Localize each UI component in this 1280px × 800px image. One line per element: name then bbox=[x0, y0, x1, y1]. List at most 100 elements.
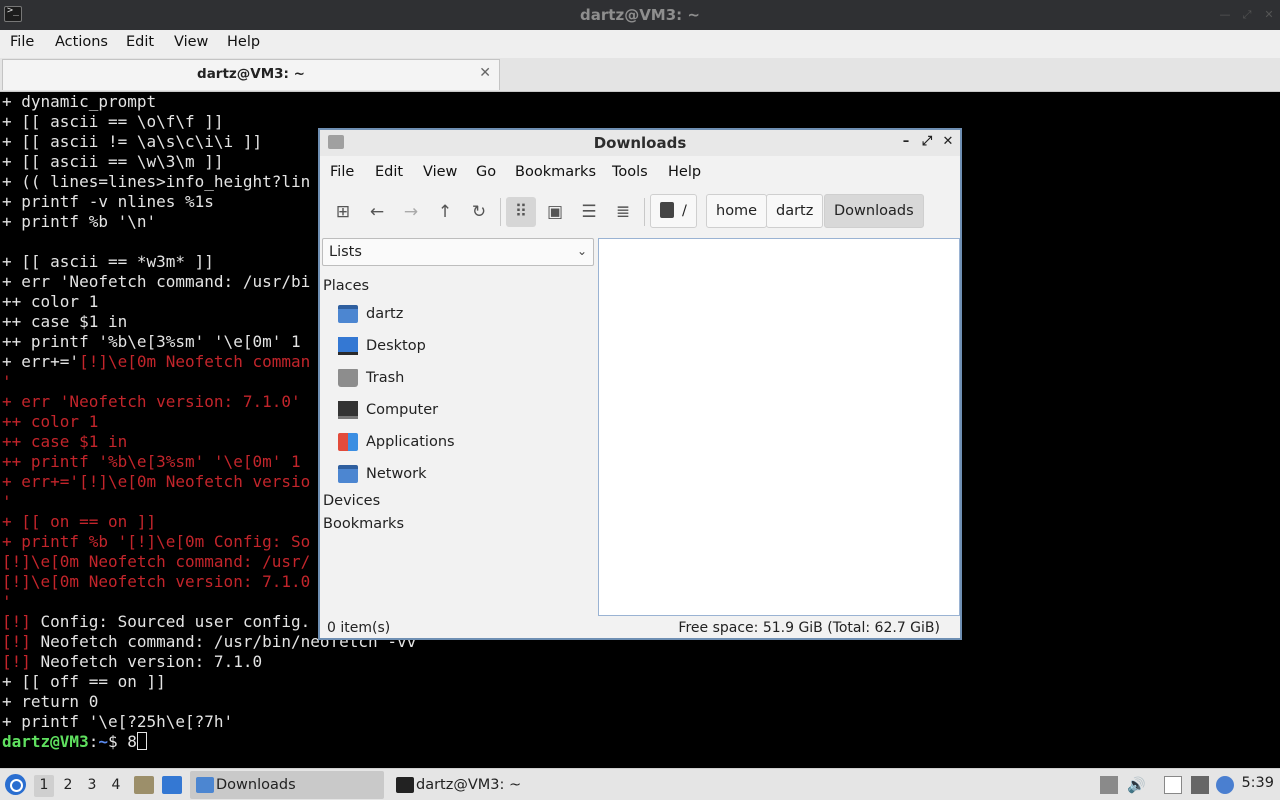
detailed-list-icon[interactable]: ≣ bbox=[608, 197, 638, 227]
terminal-tab[interactable]: dartz@VM3: ~ ✕ bbox=[2, 59, 500, 90]
menu-actions[interactable]: Actions bbox=[55, 34, 108, 50]
clock[interactable]: 5:39 bbox=[1241, 775, 1274, 791]
menu-file[interactable]: File bbox=[10, 34, 34, 50]
devices-heading[interactable]: Devices bbox=[323, 493, 380, 509]
chevron-down-icon: ⌄ bbox=[576, 244, 587, 258]
show-desktop-icon[interactable] bbox=[162, 776, 182, 794]
terminal-line: + [[ ascii == *w3m* ]] bbox=[2, 252, 214, 271]
folder-content-view[interactable] bbox=[598, 238, 960, 616]
terminal-menubar: File Actions Edit View Help bbox=[0, 30, 1280, 58]
menu-help[interactable]: Help bbox=[227, 34, 260, 50]
menu-view[interactable]: View bbox=[174, 34, 208, 50]
place-computer[interactable]: Computer bbox=[336, 397, 586, 425]
up-arrow-icon[interactable]: ↑ bbox=[430, 197, 460, 227]
terminal-tab-label: dartz@VM3: ~ bbox=[197, 66, 305, 82]
start-menu-icon[interactable] bbox=[5, 774, 26, 795]
terminal-line: + printf '\e[?25h\e[?7h' bbox=[2, 712, 234, 731]
fm-menu-help[interactable]: Help bbox=[668, 164, 701, 180]
fm-menu-go[interactable]: Go bbox=[476, 164, 496, 180]
task-terminal[interactable]: dartz@VM3: ~ bbox=[390, 771, 584, 799]
taskbar: 1 2 3 4 Downloads dartz@VM3: ~ 🔊 5:39 bbox=[0, 768, 1280, 800]
breadcrumb-home[interactable]: home bbox=[706, 194, 768, 228]
back-arrow-icon[interactable]: ← bbox=[362, 197, 392, 227]
place-label: Network bbox=[366, 466, 427, 482]
terminal-titlebar[interactable]: dartz@VM3: ~ — ⤢ ✕ bbox=[0, 0, 1280, 30]
close-icon[interactable]: ✕ bbox=[1262, 8, 1276, 22]
volume-icon[interactable]: 🔊 bbox=[1127, 776, 1146, 794]
breadcrumb-dartz[interactable]: dartz bbox=[766, 194, 824, 228]
workspace-3[interactable]: 3 bbox=[82, 775, 102, 797]
terminal-warn-text: Config: Sourced user config. bbox=[30, 612, 311, 631]
breadcrumb-downloads[interactable]: Downloads bbox=[824, 194, 924, 228]
forward-arrow-icon[interactable]: → bbox=[396, 197, 426, 227]
terminal-line: + (( lines=lines>info_height?lin bbox=[2, 172, 311, 191]
maximize-icon[interactable]: ⤢ bbox=[919, 134, 935, 150]
side-pane-mode-select[interactable]: Lists ⌄ bbox=[322, 238, 594, 266]
maximize-icon[interactable]: ⤢ bbox=[1240, 8, 1254, 22]
fm-menu-edit[interactable]: Edit bbox=[375, 164, 403, 180]
terminal-line-red: ' bbox=[2, 372, 12, 391]
terminal-prompt[interactable]: dartz@VM3:~$ 8 bbox=[2, 732, 147, 752]
prompt-input[interactable]: $ 8 bbox=[108, 732, 137, 751]
fm-menu-bookmarks[interactable]: Bookmarks bbox=[515, 164, 596, 180]
compact-view-icon[interactable]: ☰ bbox=[574, 197, 604, 227]
terminal-line: [!] Neofetch version: 7.1.0 bbox=[2, 652, 262, 672]
fm-menu-tools[interactable]: Tools bbox=[612, 164, 648, 180]
workspace-2[interactable]: 2 bbox=[58, 775, 78, 797]
terminal-line: + [[ ascii == \o\f\f ]] bbox=[2, 112, 224, 131]
terminal-line: + err+='[!]\e[0m Neofetch comman bbox=[2, 352, 310, 372]
file-manager-titlebar[interactable]: Downloads – ⤢ ✕ bbox=[320, 130, 960, 156]
network-monitor-icon[interactable] bbox=[1191, 776, 1209, 794]
place-label: Trash bbox=[366, 370, 405, 386]
folder-icon bbox=[196, 777, 214, 793]
terminal-line: + dynamic_prompt bbox=[2, 92, 157, 111]
terminal-line: + [[ ascii == \w\3\m ]] bbox=[2, 152, 224, 171]
workspace-4[interactable]: 4 bbox=[106, 775, 126, 797]
disk-icon bbox=[660, 202, 674, 218]
breadcrumb-root[interactable]: / bbox=[650, 194, 697, 228]
tab-close-icon[interactable]: ✕ bbox=[479, 65, 491, 81]
text-cursor bbox=[136, 732, 147, 750]
new-tab-icon[interactable]: ⊞ bbox=[328, 197, 358, 227]
fm-menu-file[interactable]: File bbox=[330, 164, 354, 180]
notification-icon[interactable] bbox=[1216, 776, 1234, 794]
places-heading[interactable]: Places bbox=[323, 278, 369, 294]
terminal-warn-tag: [!] bbox=[2, 632, 31, 651]
place-network[interactable]: Network bbox=[336, 461, 586, 489]
reload-icon[interactable]: ↻ bbox=[464, 197, 494, 227]
minimize-icon[interactable]: — bbox=[1218, 8, 1232, 22]
trash-icon bbox=[338, 369, 358, 387]
file-manager-title: Downloads bbox=[593, 134, 687, 152]
terminal-line-red: [!]\e[0m Neofetch comman bbox=[79, 352, 311, 371]
clipboard-icon[interactable] bbox=[1164, 776, 1182, 794]
fm-menu-view[interactable]: View bbox=[423, 164, 457, 180]
close-icon[interactable]: ✕ bbox=[940, 134, 956, 150]
place-dartz[interactable]: dartz bbox=[336, 301, 586, 329]
breadcrumb-label: / bbox=[682, 203, 687, 219]
prompt-sep: : bbox=[88, 732, 99, 751]
task-downloads[interactable]: Downloads bbox=[190, 771, 384, 799]
terminal-line-red: ' bbox=[2, 492, 12, 511]
item-count: 0 item(s) bbox=[327, 620, 391, 636]
terminal-line-red: [!]\e[0m Neofetch version: 7.1.0 bbox=[2, 572, 311, 591]
eject-icon[interactable] bbox=[1100, 776, 1118, 794]
terminal-line-prefix: + err+=' bbox=[2, 352, 80, 371]
thumbnail-view-icon[interactable]: ▣ bbox=[540, 197, 570, 227]
terminal-line-red: + err 'Neofetch version: 7.1.0' bbox=[2, 392, 301, 411]
terminal-line: ++ case $1 in bbox=[2, 312, 128, 331]
menu-edit[interactable]: Edit bbox=[126, 34, 154, 50]
place-trash[interactable]: Trash bbox=[336, 365, 586, 393]
terminal-line: + [[ ascii != \a\s\c\i\i ]] bbox=[2, 132, 263, 151]
terminal-line-red: + printf %b '[!]\e[0m Config: So bbox=[2, 532, 311, 551]
place-applications[interactable]: Applications bbox=[336, 429, 586, 457]
task-label: dartz@VM3: ~ bbox=[416, 777, 522, 793]
place-desktop[interactable]: Desktop bbox=[336, 333, 586, 361]
terminal-line-red: [!]\e[0m Neofetch command: /usr/ bbox=[2, 552, 311, 571]
bookmarks-heading[interactable]: Bookmarks bbox=[323, 516, 404, 532]
terminal-tabbar: dartz@VM3: ~ ✕ bbox=[0, 58, 1280, 92]
terminal-line: [!] Config: Sourced user config. bbox=[2, 612, 310, 632]
icon-view-icon[interactable]: ⠿ bbox=[506, 197, 536, 227]
workspace-1[interactable]: 1 bbox=[34, 775, 54, 797]
minimize-icon[interactable]: – bbox=[898, 134, 914, 150]
file-manager-launcher-icon[interactable] bbox=[134, 776, 154, 794]
